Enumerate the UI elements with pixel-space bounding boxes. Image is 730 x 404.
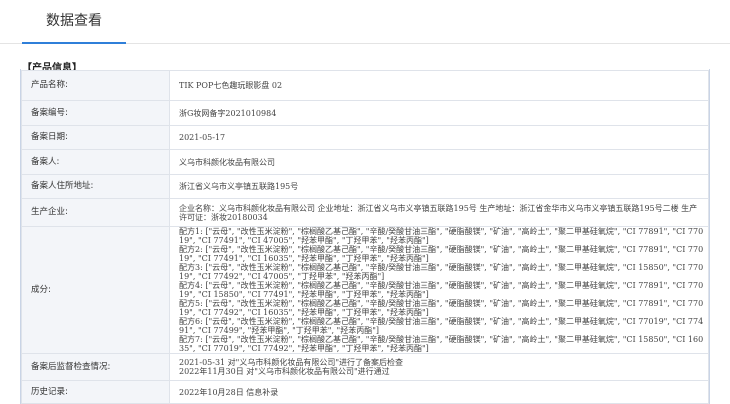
- inspection-line: 2021-05-31 对"义乌市科颜化妆品有限公司"进行了备案后检查: [179, 358, 404, 367]
- product-name-label: 产品名称:: [21, 70, 170, 101]
- active-tab-indicator: [22, 42, 126, 44]
- formula-item: 配方3: ["云母", "改性玉米淀粉", "棕榈酸乙基己酯", "辛酸/癸酸甘…: [179, 263, 704, 281]
- ingredients-label: 成分:: [21, 226, 170, 354]
- table-row-product-name: 产品名称: TIK POP七色趣玩眼影盘 02: [21, 70, 709, 101]
- inspection-line: 2022年11月30日 对"义乌市科颜化妆品有限公司"进行通过: [179, 367, 390, 376]
- tab-bar: 数据查看: [0, 0, 730, 44]
- table-row-registrant-address: 备案人住所地址: 浙江省义乌市义亭镇五联路195号: [21, 174, 709, 199]
- registrant-address-label: 备案人住所地址:: [21, 174, 170, 199]
- manufacturer-value: 企业名称：义乌市科颜化妆品有限公司 企业地址：浙江省义乌市义亭镇五联路195号 …: [179, 203, 698, 222]
- record-no-value: 浙G妆网备字2021010984: [169, 100, 709, 126]
- record-no-label: 备案编号:: [21, 100, 170, 126]
- record-date-label: 备案日期:: [21, 125, 170, 150]
- formula-item: 配方2: ["云母", "改性玉米淀粉", "棕榈酸乙基己酯", "辛酸/癸酸甘…: [179, 245, 704, 263]
- table-row-post-inspection: 备案后监督检查情况: 2021-05-31 对"义乌市科颜化妆品有限公司"进行了…: [21, 353, 709, 381]
- ingredients-cell: 配方1: ["云母", "改性玉米淀粉", "棕榈酸乙基己酯", "辛酸/癸酸甘…: [169, 226, 709, 354]
- product-info-table: 产品名称: TIK POP七色趣玩眼影盘 02 备案编号: 浙G妆网备字2021…: [21, 70, 709, 404]
- product-name-value: TIK POP七色趣玩眼影盘 02: [169, 70, 709, 101]
- manufacturer-cell: 企业名称：义乌市科颜化妆品有限公司 企业地址：浙江省义乌市义亭镇五联路195号 …: [169, 198, 709, 227]
- manufacturer-label: 生产企业:: [21, 198, 170, 227]
- table-row-record-no: 备案编号: 浙G妆网备字2021010984: [21, 100, 709, 126]
- table-row-manufacturer: 生产企业: 企业名称：义乌市科颜化妆品有限公司 企业地址：浙江省义乌市义亭镇五联…: [21, 198, 709, 227]
- tab-data-view[interactable]: 数据查看: [22, 0, 126, 44]
- registrant-value: 义乌市科颜化妆品有限公司: [169, 149, 709, 175]
- table-row-registrant: 备案人: 义乌市科颜化妆品有限公司: [21, 149, 709, 175]
- table-row-record-date: 备案日期: 2021-05-17: [21, 125, 709, 150]
- post-inspection-label: 备案后监督检查情况:: [21, 353, 170, 381]
- formula-item: 配方4: ["云母", "改性玉米淀粉", "棕榈酸乙基己酯", "辛酸/癸酸甘…: [179, 281, 704, 299]
- record-date-value: 2021-05-17: [169, 125, 709, 150]
- post-inspection-cell: 2021-05-31 对"义乌市科颜化妆品有限公司"进行了备案后检查 2022年…: [169, 353, 709, 381]
- registrant-address-value: 浙江省义乌市义亭镇五联路195号: [169, 174, 709, 199]
- registrant-label: 备案人:: [21, 149, 170, 175]
- formula-item: 配方6: ["云母", "改性玉米淀粉", "棕榈酸乙基己酯", "辛酸/癸酸甘…: [179, 317, 704, 335]
- history-label: 历史记录:: [21, 380, 170, 404]
- table-row-ingredients: 成分: 配方1: ["云母", "改性玉米淀粉", "棕榈酸乙基己酯", "辛酸…: [21, 226, 709, 354]
- table-row-history: 历史记录: 2022年10月28日 信息补录: [21, 380, 709, 404]
- formula-item: 配方1: ["云母", "改性玉米淀粉", "棕榈酸乙基己酯", "辛酸/癸酸甘…: [179, 227, 704, 245]
- history-value: 2022年10月28日 信息补录: [169, 380, 709, 404]
- formula-item: 配方7: ["云母", "改性玉米淀粉", "棕榈酸乙基己酯", "辛酸/癸酸甘…: [179, 335, 704, 353]
- formula-item: 配方5: ["云母", "改性玉米淀粉", "棕榈酸乙基己酯", "辛酸/癸酸甘…: [179, 299, 704, 317]
